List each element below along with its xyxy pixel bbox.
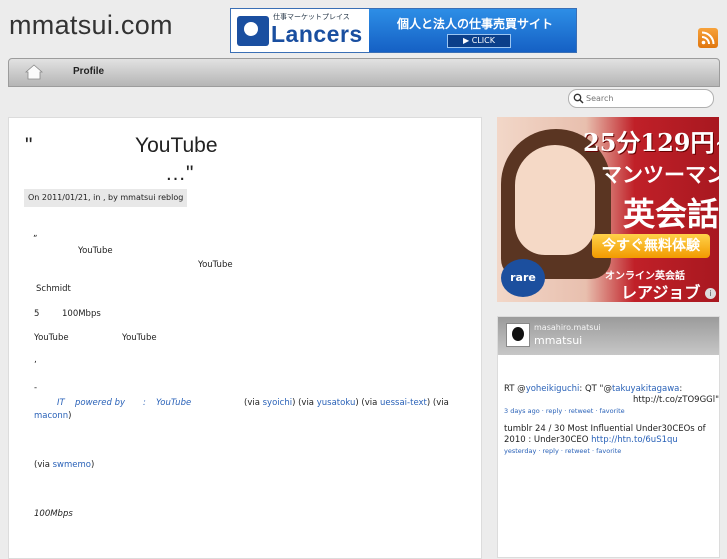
nav-profile-link[interactable]: Profile: [73, 66, 104, 77]
via-link-yusatoku[interactable]: yusatoku: [317, 398, 356, 408]
twitter-widget: masahiro.matsui mmatsui RT @yoheikiguchi…: [497, 316, 720, 558]
post-title-youtube: YouTube: [135, 134, 218, 157]
avatar[interactable]: [506, 323, 530, 347]
tweet-2-line2: 2010 : Under30CEO http://htn.to/6uS1qu: [504, 435, 678, 445]
banner-headline-area: 個人と法人の仕事売買サイト ▶ CLICK: [369, 9, 576, 52]
twitter-handle[interactable]: mmatsui: [534, 334, 582, 347]
post-quote-link[interactable]: powered by: [75, 398, 125, 408]
post-title-line2[interactable]: …": [165, 162, 193, 186]
tweet-1-url[interactable]: http://t.co/zTO9GGl": [633, 395, 719, 406]
post-title-quote: ": [25, 134, 33, 157]
post-via-sources: (via syoichi) (via yusatoku) (via uessai…: [244, 398, 449, 408]
twitter-fullname[interactable]: masahiro.matsui: [534, 323, 601, 332]
ad-eikaiwa: 英会話: [623, 195, 719, 233]
post-text: „: [33, 229, 38, 239]
rss-icon[interactable]: [698, 28, 718, 48]
banner-click-button[interactable]: ▶ CLICK: [447, 34, 511, 48]
ad-rarejob-logo: rare: [501, 259, 545, 297]
post-via-sources: maconn): [34, 411, 72, 421]
tweet-user-link[interactable]: takuyakitagawa: [612, 384, 679, 394]
main-navbar: Profile: [8, 58, 720, 87]
lancers-logo-icon: [237, 16, 269, 46]
post-quote-link[interactable]: IT: [57, 398, 65, 408]
banner-headline: 個人と法人の仕事売買サイト: [397, 17, 554, 31]
post-text: YouTube: [34, 333, 69, 343]
post-text: -: [34, 383, 38, 393]
post-quote-link[interactable]: YouTube: [156, 398, 191, 408]
ad-info-icon[interactable]: i: [705, 288, 716, 299]
tweet-2: tumblr 24 / 30 Most Influential Under30C…: [504, 424, 706, 434]
post-text: 5: [34, 309, 40, 319]
banner-brand: Lancers: [271, 21, 363, 47]
via-link-uessai-text[interactable]: uessai-text: [380, 398, 427, 408]
tweet-user-link[interactable]: yoheikiguchi: [526, 384, 580, 394]
home-icon[interactable]: [25, 64, 43, 80]
via-link-maconn[interactable]: maconn: [34, 411, 68, 421]
rarejob-ad[interactable]: 25分129円~ マンツーマン 英会話 今すぐ無料体験 rare オンライン英会…: [497, 117, 719, 302]
post-via-sources: (via swmemo): [34, 460, 95, 470]
post-text: YouTube: [122, 333, 157, 343]
post-quote-link[interactable]: :: [143, 398, 146, 408]
ad-model-face: [515, 145, 595, 255]
post-text: 100Mbps: [62, 309, 101, 319]
ad-free-trial-button[interactable]: 今すぐ無料体験: [592, 234, 710, 258]
ad-brand: レアジョブ: [621, 283, 701, 302]
site-title[interactable]: mmatsui.com: [9, 10, 173, 41]
post-text: YouTube: [198, 260, 233, 270]
post-text: ‚: [34, 355, 37, 365]
twitter-header: masahiro.matsui mmatsui: [498, 317, 719, 355]
tweet-2-url[interactable]: http://htn.to/6uS1qu: [591, 435, 678, 445]
post-text: YouTube: [78, 246, 113, 256]
post-meta: On 2011/01/21, in , by mmatsui reblog: [24, 189, 188, 207]
via-link-swmemo[interactable]: swmemo: [53, 460, 91, 470]
post-text: Schmidt: [36, 284, 71, 294]
tweet-1-actions[interactable]: 3 days ago · reply · retweet · favorite: [504, 407, 625, 415]
ad-subtitle: マンツーマン: [601, 162, 719, 187]
tweet-1: RT @yoheikiguchi: QT "@takuyakitagawa:: [504, 384, 683, 394]
search-input[interactable]: [586, 91, 706, 105]
post-text: 100Mbps: [34, 509, 73, 519]
banner-logo-area: 仕事マーケットプレイス Lancers: [231, 9, 369, 52]
search-icon: [573, 93, 584, 104]
ad-price: 25分129円~: [583, 128, 719, 157]
search-box: [568, 89, 714, 108]
via-link-syoichi[interactable]: syoichi: [263, 398, 292, 408]
tweet-2-actions[interactable]: yesterday · reply · retweet · favorite: [504, 447, 621, 455]
blog-post: " YouTube …" On 2011/01/21, in , by mmat…: [8, 117, 482, 559]
lancers-banner-ad[interactable]: 仕事マーケットプレイス Lancers 個人と法人の仕事売買サイト ▶ CLIC…: [230, 8, 577, 53]
